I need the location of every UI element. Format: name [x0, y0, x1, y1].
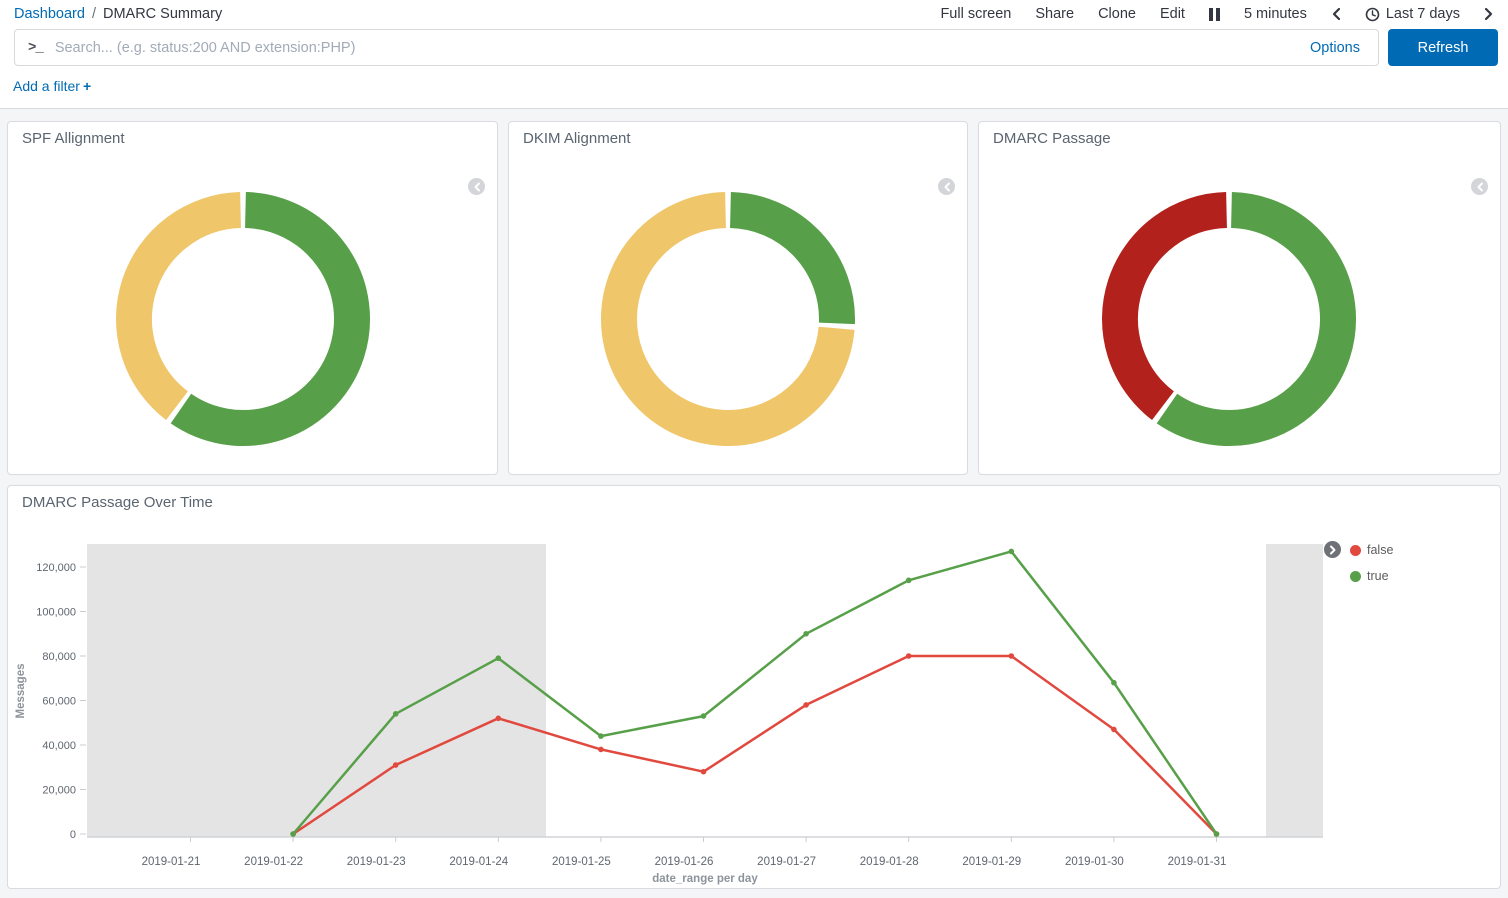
- x-tick-label: 2019-01-29: [962, 856, 1021, 868]
- refresh-button[interactable]: Refresh: [1388, 29, 1498, 66]
- data-point-true[interactable]: [496, 655, 502, 661]
- x-tick-label: 2019-01-31: [1168, 856, 1227, 868]
- dashboard-grid: SPF Allignment DKIM Alignment DMARC Pass…: [0, 109, 1508, 889]
- data-point-true[interactable]: [701, 713, 707, 719]
- dkim-donut-chart[interactable]: [588, 179, 868, 459]
- data-point-true[interactable]: [393, 711, 399, 717]
- dmarc-over-time-line-chart[interactable]: 0 20,000 40,000 60,000 80,000 100,000 120,000 2…: [8, 486, 1500, 886]
- add-filter-button[interactable]: Add a filter+: [13, 78, 91, 94]
- plus-icon: +: [83, 78, 91, 94]
- panel-title: DKIM Alignment: [523, 130, 631, 147]
- donut-slice-green[interactable]: [1167, 210, 1338, 428]
- x-tick-label: 2019-01-23: [347, 856, 406, 868]
- panel-title: SPF Allignment: [22, 130, 125, 147]
- x-tick-label: 2019-01-25: [552, 856, 611, 868]
- data-point-true[interactable]: [290, 831, 296, 837]
- legend-toggle-button[interactable]: [938, 178, 955, 195]
- refresh-interval-button[interactable]: 5 minutes: [1244, 6, 1307, 22]
- full-screen-button[interactable]: Full screen: [940, 6, 1011, 22]
- top-header: Dashboard / DMARC Summary Full screen Sh…: [0, 0, 1508, 109]
- donut-slice-green[interactable]: [181, 210, 352, 428]
- data-point-true[interactable]: [1214, 831, 1220, 837]
- dmarc-donut-chart[interactable]: [1089, 179, 1369, 459]
- clock-icon: [1365, 7, 1380, 22]
- donut-slice-red[interactable]: [1120, 210, 1227, 406]
- data-point-false[interactable]: [906, 653, 912, 659]
- y-tick-label: 40,000: [42, 740, 76, 752]
- time-picker-button[interactable]: Last 7 days: [1365, 6, 1460, 22]
- clone-button[interactable]: Clone: [1098, 6, 1136, 22]
- pause-icon[interactable]: [1209, 8, 1220, 21]
- legend-toggle-button[interactable]: [1471, 178, 1488, 195]
- data-point-false[interactable]: [496, 716, 502, 722]
- x-tick-label: 2019-01-28: [860, 856, 919, 868]
- filter-bar: Add a filter+: [0, 66, 1508, 98]
- x-tick-label: 2019-01-30: [1065, 856, 1124, 868]
- legend-toggle-button[interactable]: [468, 178, 485, 195]
- y-tick-label: 120,000: [36, 562, 76, 574]
- x-tick-label: 2019-01-21: [142, 856, 201, 868]
- search-row: >_ Options Refresh: [0, 26, 1508, 66]
- panel-dkim-alignment: DKIM Alignment: [508, 121, 968, 475]
- y-tick-label: 60,000: [42, 696, 76, 708]
- panel-dmarc-over-time: DMARC Passage Over Time 020,00040,00060,…: [7, 485, 1501, 889]
- out-of-range-band: [1266, 544, 1323, 837]
- data-point-true[interactable]: [906, 578, 912, 584]
- donut-panel-row: SPF Allignment DKIM Alignment DMARC Pass…: [7, 121, 1501, 475]
- y-axis-title: Messages: [15, 664, 27, 719]
- breadcrumb-separator: /: [92, 6, 96, 22]
- legend-dot-true: [1350, 571, 1361, 582]
- data-point-false[interactable]: [1009, 653, 1015, 659]
- edit-button[interactable]: Edit: [1160, 6, 1185, 22]
- search-input[interactable]: [55, 40, 1292, 56]
- search-box: >_ Options: [14, 29, 1379, 66]
- x-tick-label: 2019-01-27: [757, 856, 816, 868]
- legend-item-true[interactable]: true: [1350, 569, 1389, 583]
- breadcrumb-dashboard-link[interactable]: Dashboard: [14, 6, 85, 22]
- legend-label: false: [1367, 543, 1393, 557]
- chevron-left-icon[interactable]: [1331, 7, 1341, 21]
- legend-toggle-button[interactable]: [1324, 541, 1341, 558]
- spf-donut-chart[interactable]: [103, 179, 383, 459]
- data-point-true[interactable]: [1111, 680, 1117, 686]
- data-point-true[interactable]: [803, 631, 809, 637]
- data-point-true[interactable]: [598, 733, 604, 739]
- options-link[interactable]: Options: [1292, 40, 1378, 56]
- terminal-prompt-icon: >_: [15, 40, 55, 56]
- data-point-false[interactable]: [1111, 727, 1117, 733]
- data-point-false[interactable]: [598, 747, 604, 753]
- nav-row: Dashboard / DMARC Summary Full screen Sh…: [0, 0, 1508, 26]
- donut-slice-green[interactable]: [730, 210, 837, 323]
- top-nav-menu: Full screen Share Clone Edit 5 minutes L…: [940, 6, 1494, 22]
- data-point-false[interactable]: [803, 702, 809, 708]
- data-point-false[interactable]: [701, 769, 707, 775]
- y-tick-label: 0: [70, 829, 76, 841]
- x-tick-label: 2019-01-26: [655, 856, 714, 868]
- legend-dot-false: [1350, 545, 1361, 556]
- chevron-right-icon[interactable]: [1484, 7, 1494, 21]
- time-range-label: Last 7 days: [1386, 6, 1460, 22]
- x-tick-label: 2019-01-24: [449, 856, 508, 868]
- panel-title: DMARC Passage: [993, 130, 1111, 147]
- data-point-true[interactable]: [1009, 549, 1015, 555]
- breadcrumb: Dashboard / DMARC Summary: [14, 6, 222, 22]
- y-tick-label: 100,000: [36, 607, 76, 619]
- data-point-false[interactable]: [393, 762, 399, 768]
- legend-item-false[interactable]: false: [1350, 543, 1393, 557]
- legend-label: true: [1367, 569, 1389, 583]
- out-of-range-band: [87, 544, 546, 837]
- share-button[interactable]: Share: [1035, 6, 1074, 22]
- x-tick-label: 2019-01-22: [244, 856, 303, 868]
- y-tick-label: 80,000: [42, 651, 76, 663]
- panel-spf-alignment: SPF Allignment: [7, 121, 498, 475]
- breadcrumb-current: DMARC Summary: [103, 6, 222, 22]
- donut-slice-yellow[interactable]: [134, 210, 241, 406]
- panel-dmarc-passage: DMARC Passage: [978, 121, 1501, 475]
- x-axis-title: date_range per day: [652, 873, 758, 885]
- y-tick-label: 20,000: [42, 785, 76, 797]
